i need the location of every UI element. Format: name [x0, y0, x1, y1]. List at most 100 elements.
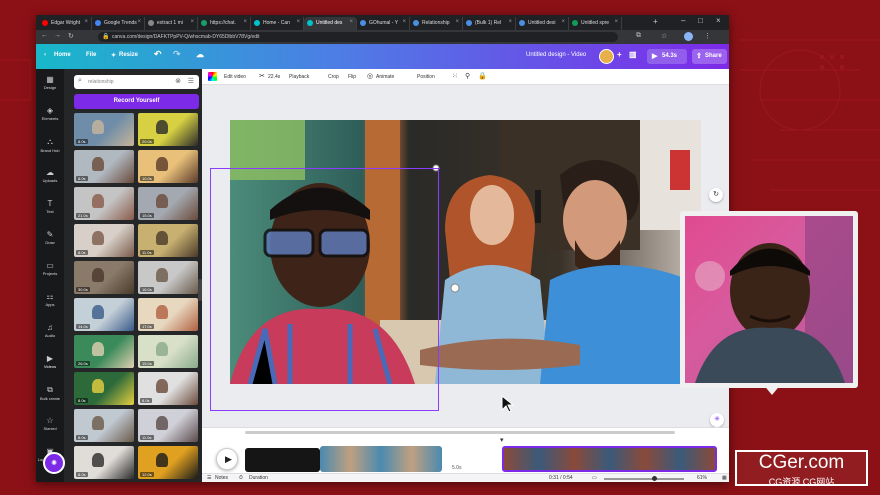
paint-format-icon[interactable]: ⚲ [465, 72, 470, 80]
video-thumbnail[interactable]: 8.0s [74, 224, 134, 257]
video-thumbnail[interactable]: 8.0s [74, 372, 134, 405]
analytics-icon[interactable]: ▥ [629, 50, 637, 59]
crop-button[interactable]: Crop [328, 74, 339, 80]
extensions-icon[interactable]: ⧉ [636, 32, 641, 40]
tab-close-icon[interactable]: × [190, 19, 194, 25]
undo-icon[interactable]: ↶ [154, 49, 162, 60]
tab-close-icon[interactable]: × [137, 19, 141, 25]
reload-icon[interactable]: ↻ [68, 32, 74, 40]
filter-icon[interactable]: ☰ [188, 77, 194, 85]
document-title[interactable]: Untitled design - Video [526, 52, 586, 58]
back-icon[interactable]: ← [41, 32, 48, 39]
tab-close-icon[interactable]: × [455, 19, 459, 25]
cloud-save-icon[interactable]: ☁ [196, 50, 204, 59]
notes-button[interactable]: Notes [215, 475, 228, 481]
tab-close-icon[interactable]: × [243, 19, 247, 25]
zoom-slider[interactable] [604, 476, 684, 481]
trim-duration[interactable]: 22.4s [268, 74, 280, 80]
browser-tab[interactable]: Untitled desi × [516, 17, 569, 30]
record-yourself-button[interactable]: Record Yourself [74, 94, 199, 109]
profile-icon[interactable] [684, 32, 693, 41]
rail-item[interactable]: ⛬ Brand Hub [36, 137, 64, 153]
magic-assistant-button[interactable]: ✺ [43, 452, 65, 474]
user-avatar[interactable] [599, 49, 614, 64]
add-collaborator-icon[interactable]: + [617, 50, 622, 59]
video-thumbnail[interactable]: 21.0s [74, 187, 134, 220]
video-thumbnail[interactable]: 30.0s [74, 261, 134, 294]
share-button[interactable]: ⇪ Share [692, 49, 727, 64]
video-thumbnail[interactable]: 8.0s [74, 113, 134, 146]
rail-item[interactable]: ☆ Starred [36, 416, 64, 431]
tab-close-icon[interactable]: × [508, 19, 512, 25]
timeline-clip-1[interactable] [320, 446, 442, 472]
tab-close-icon[interactable]: × [561, 19, 565, 25]
file-menu[interactable]: File [86, 52, 96, 58]
tab-close-icon[interactable]: × [349, 19, 353, 25]
transparency-icon[interactable]: ⁙ [452, 72, 458, 80]
maximize-icon[interactable]: □ [698, 16, 703, 25]
video-frame[interactable] [230, 120, 701, 384]
grid-view-icon[interactable]: ▦ [722, 475, 727, 481]
tab-close-icon[interactable]: × [296, 19, 300, 25]
video-thumbnail[interactable]: 11.0s [138, 224, 198, 257]
rail-item[interactable]: ⚏ Apps [36, 292, 64, 307]
rail-item[interactable]: ✎ Draw [36, 230, 64, 245]
fit-icon[interactable]: ▭ [592, 475, 597, 481]
redo-icon[interactable]: ↷ [173, 49, 181, 60]
timeline-dark-clip[interactable] [245, 448, 320, 472]
rail-item[interactable]: ◈ Elements [36, 106, 64, 121]
animate-button[interactable]: Animate [376, 74, 394, 80]
minimize-icon[interactable]: – [681, 16, 685, 25]
color-icon[interactable] [208, 72, 217, 81]
video-thumbnail[interactable]: 10.0s [138, 150, 198, 183]
zoom-slider-knob[interactable] [651, 476, 657, 481]
tab-close-icon[interactable]: × [614, 19, 618, 25]
browser-tab[interactable]: Google Trends × [92, 17, 145, 30]
home-button[interactable]: Home [54, 52, 71, 58]
browser-tab[interactable]: (Bulk 1) Rel × [463, 17, 516, 30]
rail-item[interactable]: T Text [36, 199, 64, 214]
rail-item[interactable]: ▭ Projects [36, 261, 64, 276]
magic-icon[interactable]: ✳ [710, 413, 724, 427]
close-window-icon[interactable]: × [716, 16, 721, 25]
timeline-scrollbar[interactable] [245, 431, 675, 434]
browser-tab[interactable]: extract 1 mi × [145, 17, 198, 30]
duration-button[interactable]: Duration [249, 475, 268, 481]
flip-button[interactable]: Flip [348, 74, 356, 80]
zoom-percent[interactable]: 61% [697, 475, 707, 481]
rail-item[interactable]: ▦ Design [36, 75, 64, 90]
back-chevron-icon[interactable]: ‹ [44, 52, 46, 58]
video-thumbnail[interactable]: 15.0s [138, 187, 198, 220]
video-thumbnail[interactable]: 17.0s [138, 298, 198, 331]
new-tab-button[interactable]: + [653, 17, 658, 26]
video-thumbnail[interactable]: 8.0s [74, 150, 134, 183]
rail-item[interactable]: ♫ Audio [36, 323, 64, 338]
position-button[interactable]: Position [417, 74, 435, 80]
video-thumbnail[interactable]: 14.0s [74, 298, 134, 331]
timeline-clip-2-selected[interactable] [502, 446, 717, 472]
rail-item[interactable]: ⧉ Bulk create [36, 385, 64, 401]
video-thumbnail[interactable]: 8.0s [138, 372, 198, 405]
browser-tab[interactable]: Untitled spre × [569, 17, 622, 30]
video-thumbnail[interactable]: 16.0s [138, 261, 198, 294]
video-thumbnail[interactable]: 15.0s [138, 335, 198, 368]
lock-element-icon[interactable]: 🔒 [478, 72, 487, 80]
video-thumbnail[interactable]: 8.0s [74, 409, 134, 442]
present-button[interactable]: ▶ 54.3s [647, 49, 687, 64]
resize-button[interactable]: Resize [119, 52, 138, 58]
timeline-play-button[interactable]: ▶ [216, 448, 238, 470]
playback-button[interactable]: Playback [289, 74, 309, 80]
video-thumbnail[interactable]: 20.0s [138, 113, 198, 146]
video-thumbnail[interactable]: 26.0s [74, 335, 134, 368]
video-thumbnail[interactable]: 12.0s [138, 446, 198, 479]
rail-item[interactable]: ▶ Videos [36, 354, 64, 369]
browser-tab[interactable]: GOhumal - Y × [357, 17, 410, 30]
search-input[interactable]: ⌕ relationship ⊗ ☰ [74, 75, 199, 89]
edit-video-button[interactable]: Edit video [224, 74, 246, 80]
clear-icon[interactable]: ⊗ [175, 77, 181, 85]
forward-icon[interactable]: → [54, 32, 61, 39]
browser-tab[interactable]: Untitled des × [304, 17, 357, 30]
video-thumbnail[interactable]: 11.0s [138, 409, 198, 442]
refresh-icon[interactable]: ↻ [709, 188, 723, 202]
browser-tab[interactable]: Relationship × [410, 17, 463, 30]
